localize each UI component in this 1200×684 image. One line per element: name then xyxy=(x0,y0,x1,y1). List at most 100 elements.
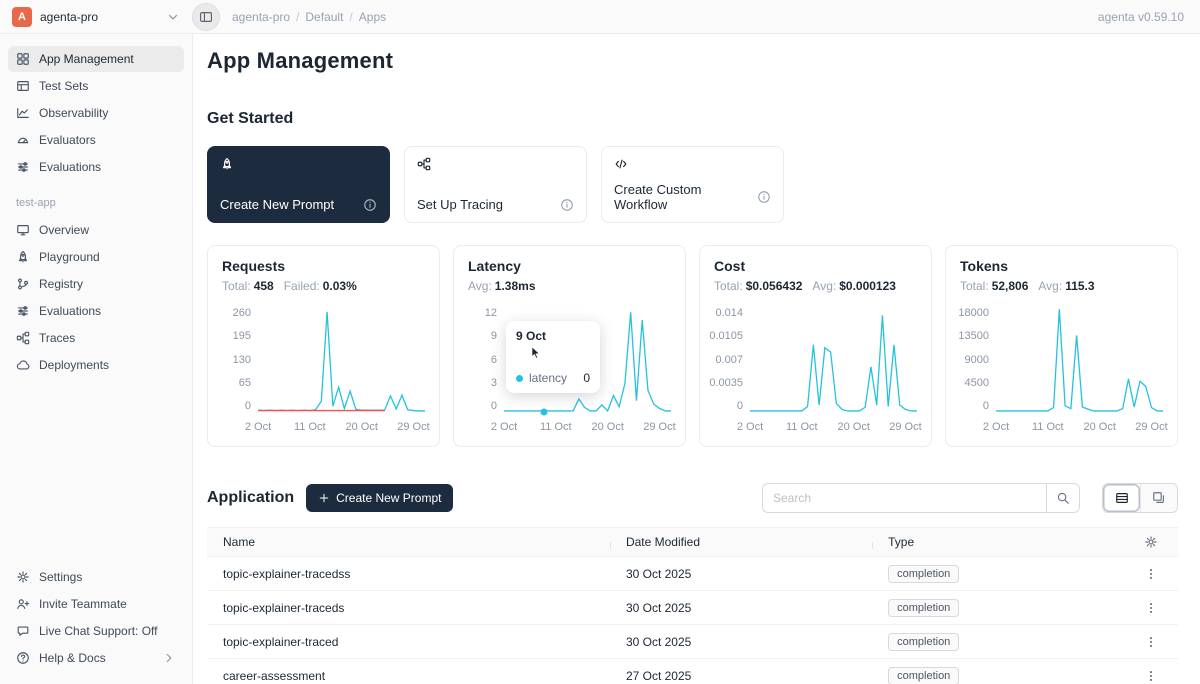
sidebar-item-test-sets[interactable]: Test Sets xyxy=(8,73,184,99)
sidebar-item-app-evaluations[interactable]: Evaluations xyxy=(8,298,184,324)
chevron-down-icon xyxy=(166,10,180,24)
sidebar-item-live-chat-support[interactable]: Live Chat Support: Off xyxy=(8,618,184,644)
stat-card-title: Latency xyxy=(468,258,671,274)
stat-label: Avg: xyxy=(1038,279,1062,293)
x-axis-tick: 11 Oct xyxy=(294,421,326,433)
sidebar-item-help-docs[interactable]: Help & Docs xyxy=(8,645,184,671)
x-axis-tick: 20 Oct xyxy=(1084,421,1116,433)
sidebar-item-traces[interactable]: Traces xyxy=(8,325,184,351)
sidebar-item-evaluators[interactable]: Evaluators xyxy=(8,127,184,153)
x-axis-tick: 29 Oct xyxy=(643,421,675,433)
sidebar-item-evaluations[interactable]: Evaluations xyxy=(8,154,184,180)
branch-icon xyxy=(16,277,30,291)
create-new-prompt-button[interactable]: Create New Prompt xyxy=(306,484,453,512)
breadcrumb-workspace[interactable]: agenta-pro xyxy=(232,10,290,24)
kebab-menu-icon[interactable] xyxy=(1144,669,1158,683)
stat-value: 0.03% xyxy=(323,279,357,293)
stat-label: Total: xyxy=(714,279,743,293)
requests-chart: 260195130650 2 Oct11 Oct20 Oct29 Oct xyxy=(222,307,425,436)
table-row[interactable]: topic-explainer-traceds 30 Oct 2025 comp… xyxy=(207,591,1178,625)
stat-value: 52,806 xyxy=(992,279,1029,293)
app-name[interactable]: topic-explainer-tracedss xyxy=(207,567,610,581)
tree-structure-icon xyxy=(16,331,30,345)
gear-icon[interactable] xyxy=(1144,535,1158,549)
breadcrumb-project[interactable]: Default xyxy=(290,10,343,24)
y-axis-tick: 0 xyxy=(245,400,251,412)
info-icon[interactable] xyxy=(560,198,574,212)
y-axis-tick: 9000 xyxy=(965,354,989,366)
sidebar-item-invite-teammate[interactable]: Invite Teammate xyxy=(8,591,184,617)
create-new-prompt-button-label: Create New Prompt xyxy=(336,491,441,505)
x-axis-tick: 2 Oct xyxy=(737,421,763,433)
column-header-type[interactable]: Type xyxy=(872,535,1095,549)
sidebar-toggle-button[interactable] xyxy=(192,3,220,31)
chart-series-requests xyxy=(258,312,425,411)
app-name[interactable]: career-assessment xyxy=(207,669,610,683)
kebab-menu-icon[interactable] xyxy=(1144,601,1158,615)
sidebar-item-observability[interactable]: Observability xyxy=(8,100,184,126)
x-axis-tick: 11 Oct xyxy=(1032,421,1064,433)
stat-value: 458 xyxy=(254,279,274,293)
card-view-button[interactable] xyxy=(1140,484,1177,512)
x-axis-tick: 2 Oct xyxy=(245,421,271,433)
table-row[interactable]: topic-explainer-traced 30 Oct 2025 compl… xyxy=(207,625,1178,659)
app-date-modified: 30 Oct 2025 xyxy=(610,601,872,615)
requests-stat-card: Requests Total:458Failed:0.03% 260195130… xyxy=(207,245,440,447)
x-axis-tick: 2 Oct xyxy=(983,421,1009,433)
chart-plot: 9 Oct latency 0 xyxy=(504,307,671,412)
table-row[interactable]: topic-explainer-tracedss 30 Oct 2025 com… xyxy=(207,557,1178,591)
page-title: App Management xyxy=(207,48,1178,74)
info-icon[interactable] xyxy=(363,198,377,212)
x-axis-tick: 11 Oct xyxy=(540,421,572,433)
y-axis-tick: 65 xyxy=(239,377,251,389)
create-new-prompt-card[interactable]: Create New Prompt xyxy=(207,146,390,223)
sidebar-item-deployments[interactable]: Deployments xyxy=(8,352,184,378)
search-button[interactable] xyxy=(1046,483,1080,513)
sidebar-item-settings[interactable]: Settings xyxy=(8,564,184,590)
chart-plot xyxy=(750,307,917,412)
sidebar-item-label: Test Sets xyxy=(39,79,88,93)
kebab-menu-icon[interactable] xyxy=(1144,635,1158,649)
set-up-tracing-card[interactable]: Set Up Tracing xyxy=(404,146,587,223)
sidebar-item-playground[interactable]: Playground xyxy=(8,244,184,270)
table-icon xyxy=(16,79,30,93)
sidebar-item-registry[interactable]: Registry xyxy=(8,271,184,297)
y-axis-tick: 260 xyxy=(233,307,251,319)
create-custom-workflow-card[interactable]: Create Custom Workflow xyxy=(601,146,784,223)
series-dot xyxy=(516,375,523,382)
view-toggle xyxy=(1102,483,1178,513)
search-icon xyxy=(1056,491,1070,505)
cost-chart: 0.0140.01050.0070.00350 2 Oct11 Oct20 Oc… xyxy=(714,307,917,436)
info-icon[interactable] xyxy=(757,190,771,204)
y-axis-tick: 0.007 xyxy=(715,354,743,366)
get-started-cards: Create New Prompt Set Up Tracing Create … xyxy=(207,146,1178,223)
monitor-icon xyxy=(16,223,30,237)
column-header-date-modified[interactable]: Date Modified xyxy=(610,535,872,549)
search xyxy=(762,483,1080,513)
breadcrumb-page[interactable]: Apps xyxy=(343,10,386,24)
table-row[interactable]: career-assessment 27 Oct 2025 completion xyxy=(207,659,1178,684)
sidebar-item-label: Invite Teammate xyxy=(39,597,127,611)
chart-plot xyxy=(996,307,1163,412)
table-view-button[interactable] xyxy=(1103,484,1140,512)
stat-label: Avg: xyxy=(812,279,836,293)
workspace-selector[interactable]: A agenta-pro xyxy=(12,7,180,27)
app-date-modified: 30 Oct 2025 xyxy=(610,567,872,581)
stat-card-title: Requests xyxy=(222,258,425,274)
search-input[interactable] xyxy=(762,483,1046,513)
sidebar-item-overview[interactable]: Overview xyxy=(8,217,184,243)
y-axis: 260195130650 xyxy=(222,307,258,412)
sidebar-item-label: Registry xyxy=(39,277,83,291)
app-name[interactable]: topic-explainer-traced xyxy=(207,635,610,649)
sidebar-item-label: Evaluators xyxy=(39,133,96,147)
kebab-menu-icon[interactable] xyxy=(1144,567,1158,581)
gear-icon xyxy=(16,570,30,584)
sidebar-item-app-management[interactable]: App Management xyxy=(8,46,184,72)
y-axis-tick: 0.014 xyxy=(715,307,743,319)
stat-card-metrics: Total:52,806Avg:115.3 xyxy=(960,279,1163,293)
column-header-name[interactable]: Name xyxy=(207,535,610,549)
y-axis-tick: 3 xyxy=(491,377,497,389)
cost-stat-card: Cost Total:$0.056432Avg:$0.000123 0.0140… xyxy=(699,245,932,447)
app-name[interactable]: topic-explainer-traceds xyxy=(207,601,610,615)
question-icon xyxy=(16,651,30,665)
